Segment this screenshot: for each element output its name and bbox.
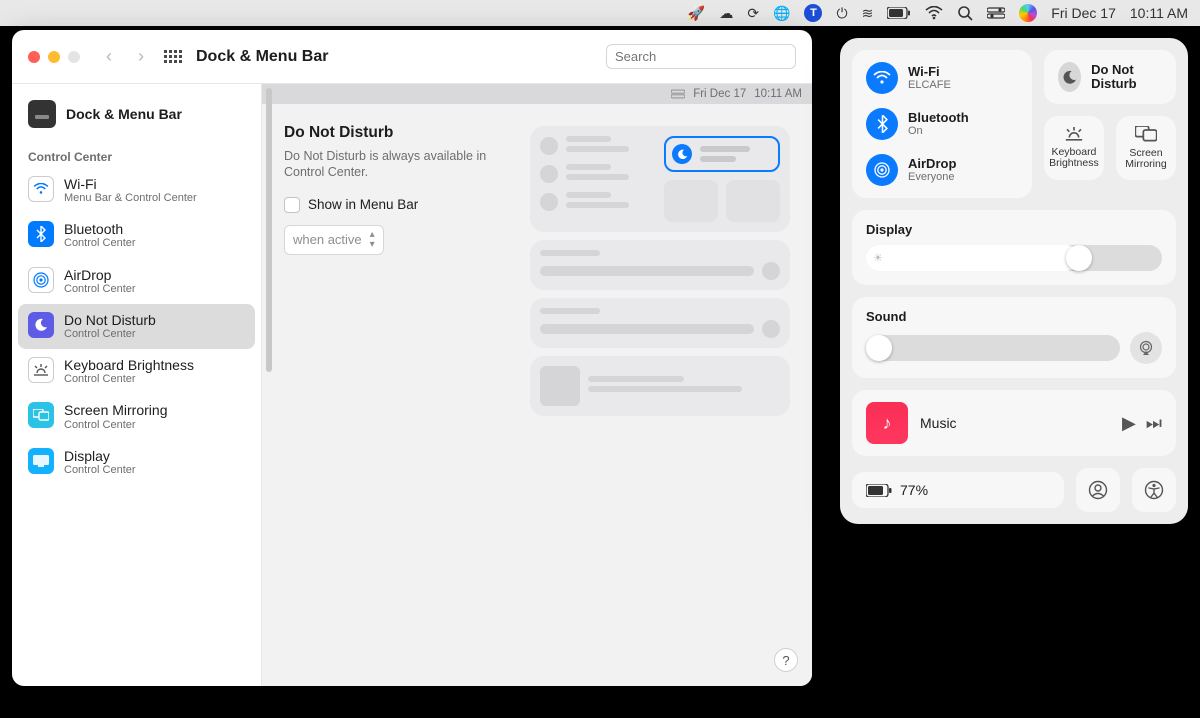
app-t-icon[interactable]: T [804, 4, 822, 22]
power-icon[interactable]: ⏻ [836, 6, 847, 20]
airdrop-icon [28, 267, 54, 293]
play-button[interactable]: ▶ [1122, 413, 1136, 434]
control-center-panel: Wi-FiELCAFE BluetoothOn AirDropEveryone … [840, 38, 1188, 524]
moon-icon [1058, 62, 1081, 92]
sidebar[interactable]: Dock & Menu Bar Control Center Wi-FiMenu… [12, 84, 262, 686]
cc-accessibility-button[interactable] [1132, 468, 1176, 512]
cc-preview [530, 126, 790, 424]
rocket-icon[interactable]: 🚀 [688, 6, 705, 20]
cc-display-card: Display ☀︎ [852, 210, 1176, 285]
bolt-icon[interactable]: ≋ [862, 6, 874, 20]
cc-wifi-toggle[interactable]: Wi-FiELCAFE [866, 62, 1018, 94]
cc-battery-tile[interactable]: 77% [852, 472, 1064, 508]
zoom-button[interactable] [68, 51, 80, 63]
globe-icon[interactable]: 🌐 [773, 6, 790, 20]
sidebar-item-keyboard-brightness[interactable]: Keyboard BrightnessControl Center [18, 349, 255, 394]
window-title: Dock & Menu Bar [196, 48, 328, 66]
cc-airdrop-toggle[interactable]: AirDropEveryone [866, 154, 1018, 186]
cloud-icon[interactable]: ☁︎ [719, 6, 733, 20]
music-icon: ♪ [866, 402, 908, 444]
dock-menubar-icon [28, 100, 56, 128]
battery-percentage: 77% [900, 482, 928, 498]
battery-icon[interactable] [887, 7, 911, 19]
sync-icon[interactable]: ⟳ [747, 6, 759, 20]
chevron-updown-icon: ▴▾ [370, 230, 375, 250]
moon-icon [28, 312, 54, 338]
menubar-date[interactable]: Fri Dec 17 [1051, 5, 1116, 21]
minimize-button[interactable] [48, 51, 60, 63]
search-input[interactable] [615, 49, 791, 64]
siri-icon[interactable] [1019, 4, 1037, 22]
airdrop-icon [866, 154, 898, 186]
control-center-icon[interactable] [987, 7, 1005, 19]
preview-cc-icon [671, 89, 685, 99]
screen-mirroring-icon [28, 402, 54, 428]
main-pane: Fri Dec 17 10:11 AM Do Not Disturb Do No… [262, 84, 812, 686]
sidebar-item-airdrop[interactable]: AirDropControl Center [18, 259, 255, 304]
cc-sound-slider[interactable]: 🔈 [866, 335, 1120, 361]
system-prefs-window: ‹ › Dock & Menu Bar Dock & Menu Bar Cont… [12, 30, 812, 686]
sidebar-top-dock-menubar[interactable]: Dock & Menu Bar [18, 92, 255, 144]
search-field[interactable] [606, 44, 796, 69]
battery-icon [866, 484, 892, 497]
keyboard-brightness-icon [1064, 127, 1084, 141]
window-toolbar: ‹ › Dock & Menu Bar [12, 30, 812, 84]
preview-date: Fri Dec 17 [693, 88, 746, 100]
help-button[interactable]: ? [774, 648, 798, 672]
cc-airplay-audio-button[interactable] [1130, 332, 1162, 364]
close-button[interactable] [28, 51, 40, 63]
sidebar-section-header: Control Center [18, 144, 255, 168]
keyboard-brightness-icon [28, 357, 54, 383]
spotlight-icon[interactable] [957, 5, 973, 21]
sidebar-item-display[interactable]: DisplayControl Center [18, 440, 255, 485]
moon-icon [672, 144, 692, 164]
window-traffic-lights [28, 51, 80, 63]
cc-user-button[interactable] [1076, 468, 1120, 512]
sidebar-top-label: Dock & Menu Bar [66, 106, 182, 122]
menu-bar: 🚀 ☁︎ ⟳ 🌐 T ⏻ ≋ Fri Dec 17 10:11 AM [0, 0, 1200, 26]
show-in-menubar-label: Show in Menu Bar [308, 197, 418, 212]
bluetooth-icon [866, 108, 898, 140]
cc-now-playing[interactable]: ♪ Music ▶ ⏭ [852, 390, 1176, 456]
airplay-icon [1138, 340, 1154, 356]
when-active-dropdown[interactable]: when active ▴▾ [284, 225, 384, 255]
user-icon [1088, 480, 1108, 500]
next-button[interactable]: ⏭ [1146, 413, 1162, 434]
sidebar-item-bluetooth[interactable]: BluetoothControl Center [18, 213, 255, 258]
back-button[interactable]: ‹ [100, 46, 118, 67]
cc-keyboard-brightness[interactable]: Keyboard Brightness [1044, 116, 1104, 180]
cc-sound-card: Sound 🔈 [852, 297, 1176, 378]
sidebar-item-wifi[interactable]: Wi-FiMenu Bar & Control Center [18, 168, 255, 213]
cc-display-slider[interactable]: ☀︎ [866, 245, 1162, 271]
show-all-button[interactable] [164, 50, 182, 63]
cc-dnd-toggle[interactable]: Do Not Disturb [1044, 50, 1176, 104]
detail-description: Do Not Disturb is always available in Co… [284, 148, 512, 181]
forward-button[interactable]: › [132, 46, 150, 67]
detail-title: Do Not Disturb [284, 124, 512, 142]
preview-dnd-highlight [664, 136, 780, 172]
show-in-menubar-checkbox[interactable] [284, 197, 300, 213]
sun-icon: ☀︎ [873, 252, 883, 265]
cc-connectivity-tile: Wi-FiELCAFE BluetoothOn AirDropEveryone [852, 50, 1032, 198]
cc-bluetooth-toggle[interactable]: BluetoothOn [866, 108, 1018, 140]
accessibility-icon [1144, 480, 1164, 500]
sidebar-item-do-not-disturb[interactable]: Do Not DisturbControl Center [18, 304, 255, 349]
screen-mirroring-icon [1135, 126, 1157, 142]
menubar-time[interactable]: 10:11 AM [1130, 5, 1188, 21]
wifi-icon[interactable] [925, 6, 943, 20]
display-icon [28, 448, 54, 474]
preview-menubar: Fri Dec 17 10:11 AM [262, 84, 812, 104]
sidebar-scrollbar[interactable] [266, 88, 272, 372]
bluetooth-icon [28, 221, 54, 247]
sidebar-item-screen-mirroring[interactable]: Screen MirroringControl Center [18, 394, 255, 439]
cc-screen-mirroring[interactable]: Screen Mirroring [1116, 116, 1176, 180]
wifi-icon [28, 176, 54, 202]
wifi-icon [866, 62, 898, 94]
preview-time: 10:11 AM [754, 88, 802, 100]
